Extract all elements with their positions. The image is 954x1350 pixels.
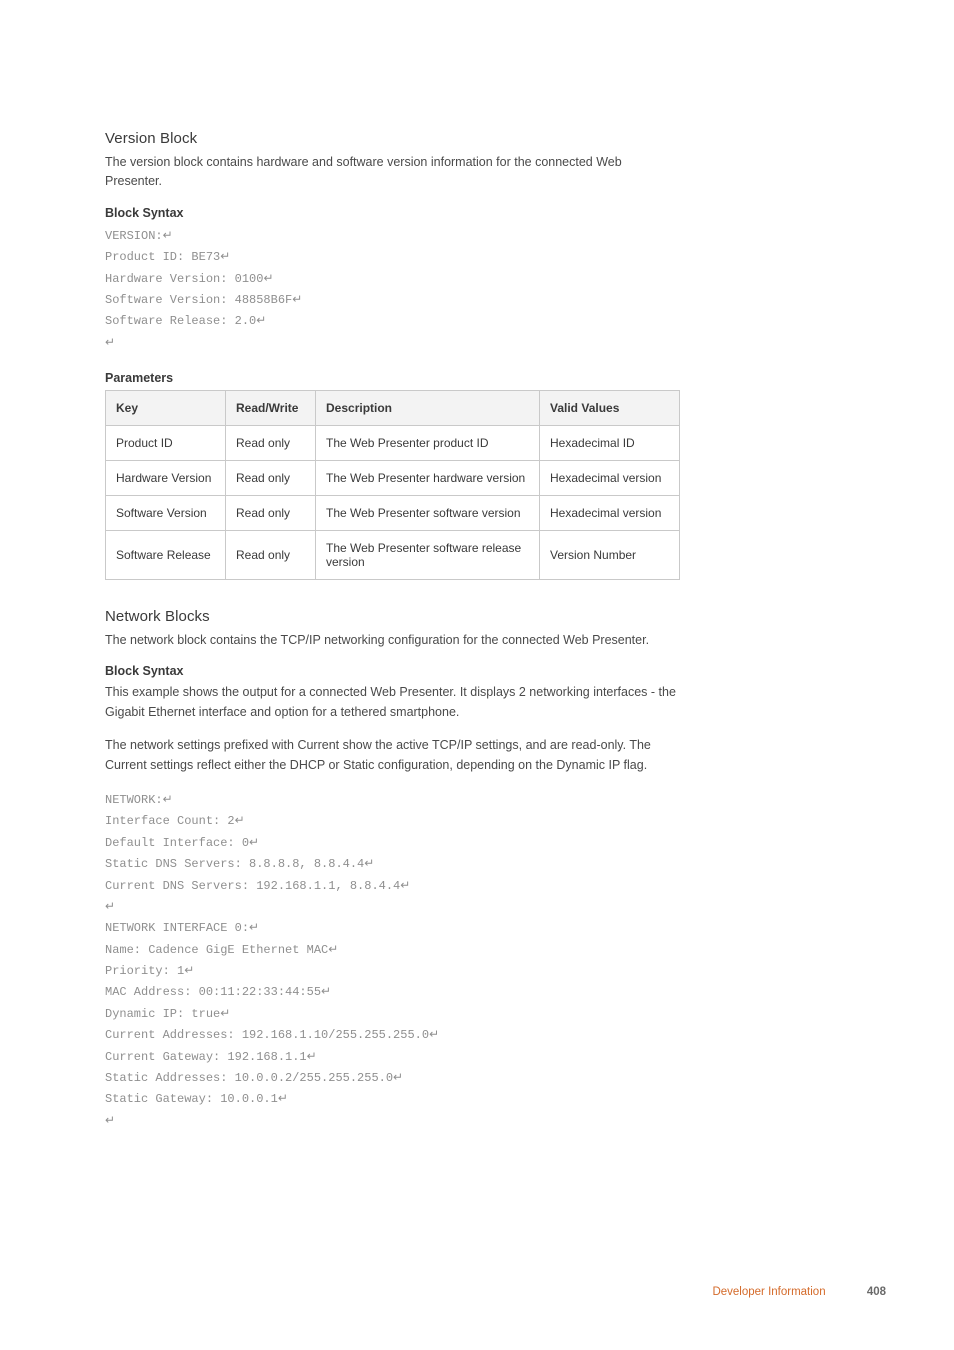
table-cell: Read only <box>226 531 316 580</box>
footer-page-number: 408 <box>867 1286 886 1298</box>
table-cell: Hexadecimal version <box>540 461 680 496</box>
return-icon: ↵ <box>235 810 245 830</box>
table-cell: Read only <box>226 426 316 461</box>
return-icon: ↵ <box>105 896 115 916</box>
table-cell: Hardware Version <box>106 461 226 496</box>
return-icon: ↵ <box>292 289 302 309</box>
parameters-heading: Parameters <box>105 371 680 385</box>
return-icon: ↵ <box>163 789 173 809</box>
return-icon: ↵ <box>364 853 374 873</box>
version-code-block: VERSION:↵ Product ID: BE73↵ Hardware Ver… <box>105 225 680 353</box>
block-syntax-heading-2: Block Syntax <box>105 664 680 678</box>
table-cell: Hexadecimal version <box>540 496 680 531</box>
network-blocks-heading: Network Blocks <box>105 608 680 625</box>
return-icon: ↵ <box>256 310 266 330</box>
table-cell: Product ID <box>106 426 226 461</box>
network-code-block: NETWORK:↵ Interface Count: 2↵ Default In… <box>105 789 680 1131</box>
footer-section-label: Developer Information <box>712 1286 825 1298</box>
table-cell: Read only <box>226 496 316 531</box>
col-header-desc: Description <box>316 391 540 426</box>
return-icon: ↵ <box>278 1088 288 1108</box>
table-cell: The Web Presenter product ID <box>316 426 540 461</box>
return-icon: ↵ <box>163 225 173 245</box>
table-cell: Software Version <box>106 496 226 531</box>
return-icon: ↵ <box>393 1067 403 1087</box>
version-block-intro: The version block contains hardware and … <box>105 153 680 192</box>
return-icon: ↵ <box>220 1003 230 1023</box>
table-cell: Version Number <box>540 531 680 580</box>
return-icon: ↵ <box>400 875 410 895</box>
table-cell: Read only <box>226 461 316 496</box>
parameters-table: Key Read/Write Description Valid Values … <box>105 390 680 580</box>
block-syntax-heading-1: Block Syntax <box>105 206 680 220</box>
table-row: Hardware VersionRead onlyThe Web Present… <box>106 461 680 496</box>
return-icon: ↵ <box>105 332 115 352</box>
table-row: Product IDRead onlyThe Web Presenter pro… <box>106 426 680 461</box>
network-blocks-intro: The network block contains the TCP/IP ne… <box>105 631 680 650</box>
col-header-valid: Valid Values <box>540 391 680 426</box>
return-icon: ↵ <box>429 1024 439 1044</box>
return-icon: ↵ <box>105 1110 115 1130</box>
return-icon: ↵ <box>249 832 259 852</box>
parameters-tbody: Product IDRead onlyThe Web Presenter pro… <box>106 426 680 580</box>
table-cell: Software Release <box>106 531 226 580</box>
return-icon: ↵ <box>263 268 273 288</box>
table-cell: The Web Presenter hardware version <box>316 461 540 496</box>
return-icon: ↵ <box>184 960 194 980</box>
table-row: Software ReleaseRead onlyThe Web Present… <box>106 531 680 580</box>
version-block-heading: Version Block <box>105 130 680 147</box>
table-cell: The Web Presenter software version <box>316 496 540 531</box>
return-icon: ↵ <box>321 981 331 1001</box>
return-icon: ↵ <box>307 1046 317 1066</box>
table-row: Software VersionRead onlyThe Web Present… <box>106 496 680 531</box>
page-footer: Developer Information 408 <box>712 1286 886 1298</box>
network-para-2: The network settings prefixed with Curre… <box>105 736 680 775</box>
table-cell: Hexadecimal ID <box>540 426 680 461</box>
return-icon: ↵ <box>328 939 338 959</box>
table-header-row: Key Read/Write Description Valid Values <box>106 391 680 426</box>
page-content: Version Block The version block contains… <box>0 0 780 1131</box>
return-icon: ↵ <box>249 917 259 937</box>
col-header-key: Key <box>106 391 226 426</box>
return-icon: ↵ <box>220 246 230 266</box>
network-para-1: This example shows the output for a conn… <box>105 683 680 722</box>
col-header-rw: Read/Write <box>226 391 316 426</box>
table-cell: The Web Presenter software release versi… <box>316 531 540 580</box>
